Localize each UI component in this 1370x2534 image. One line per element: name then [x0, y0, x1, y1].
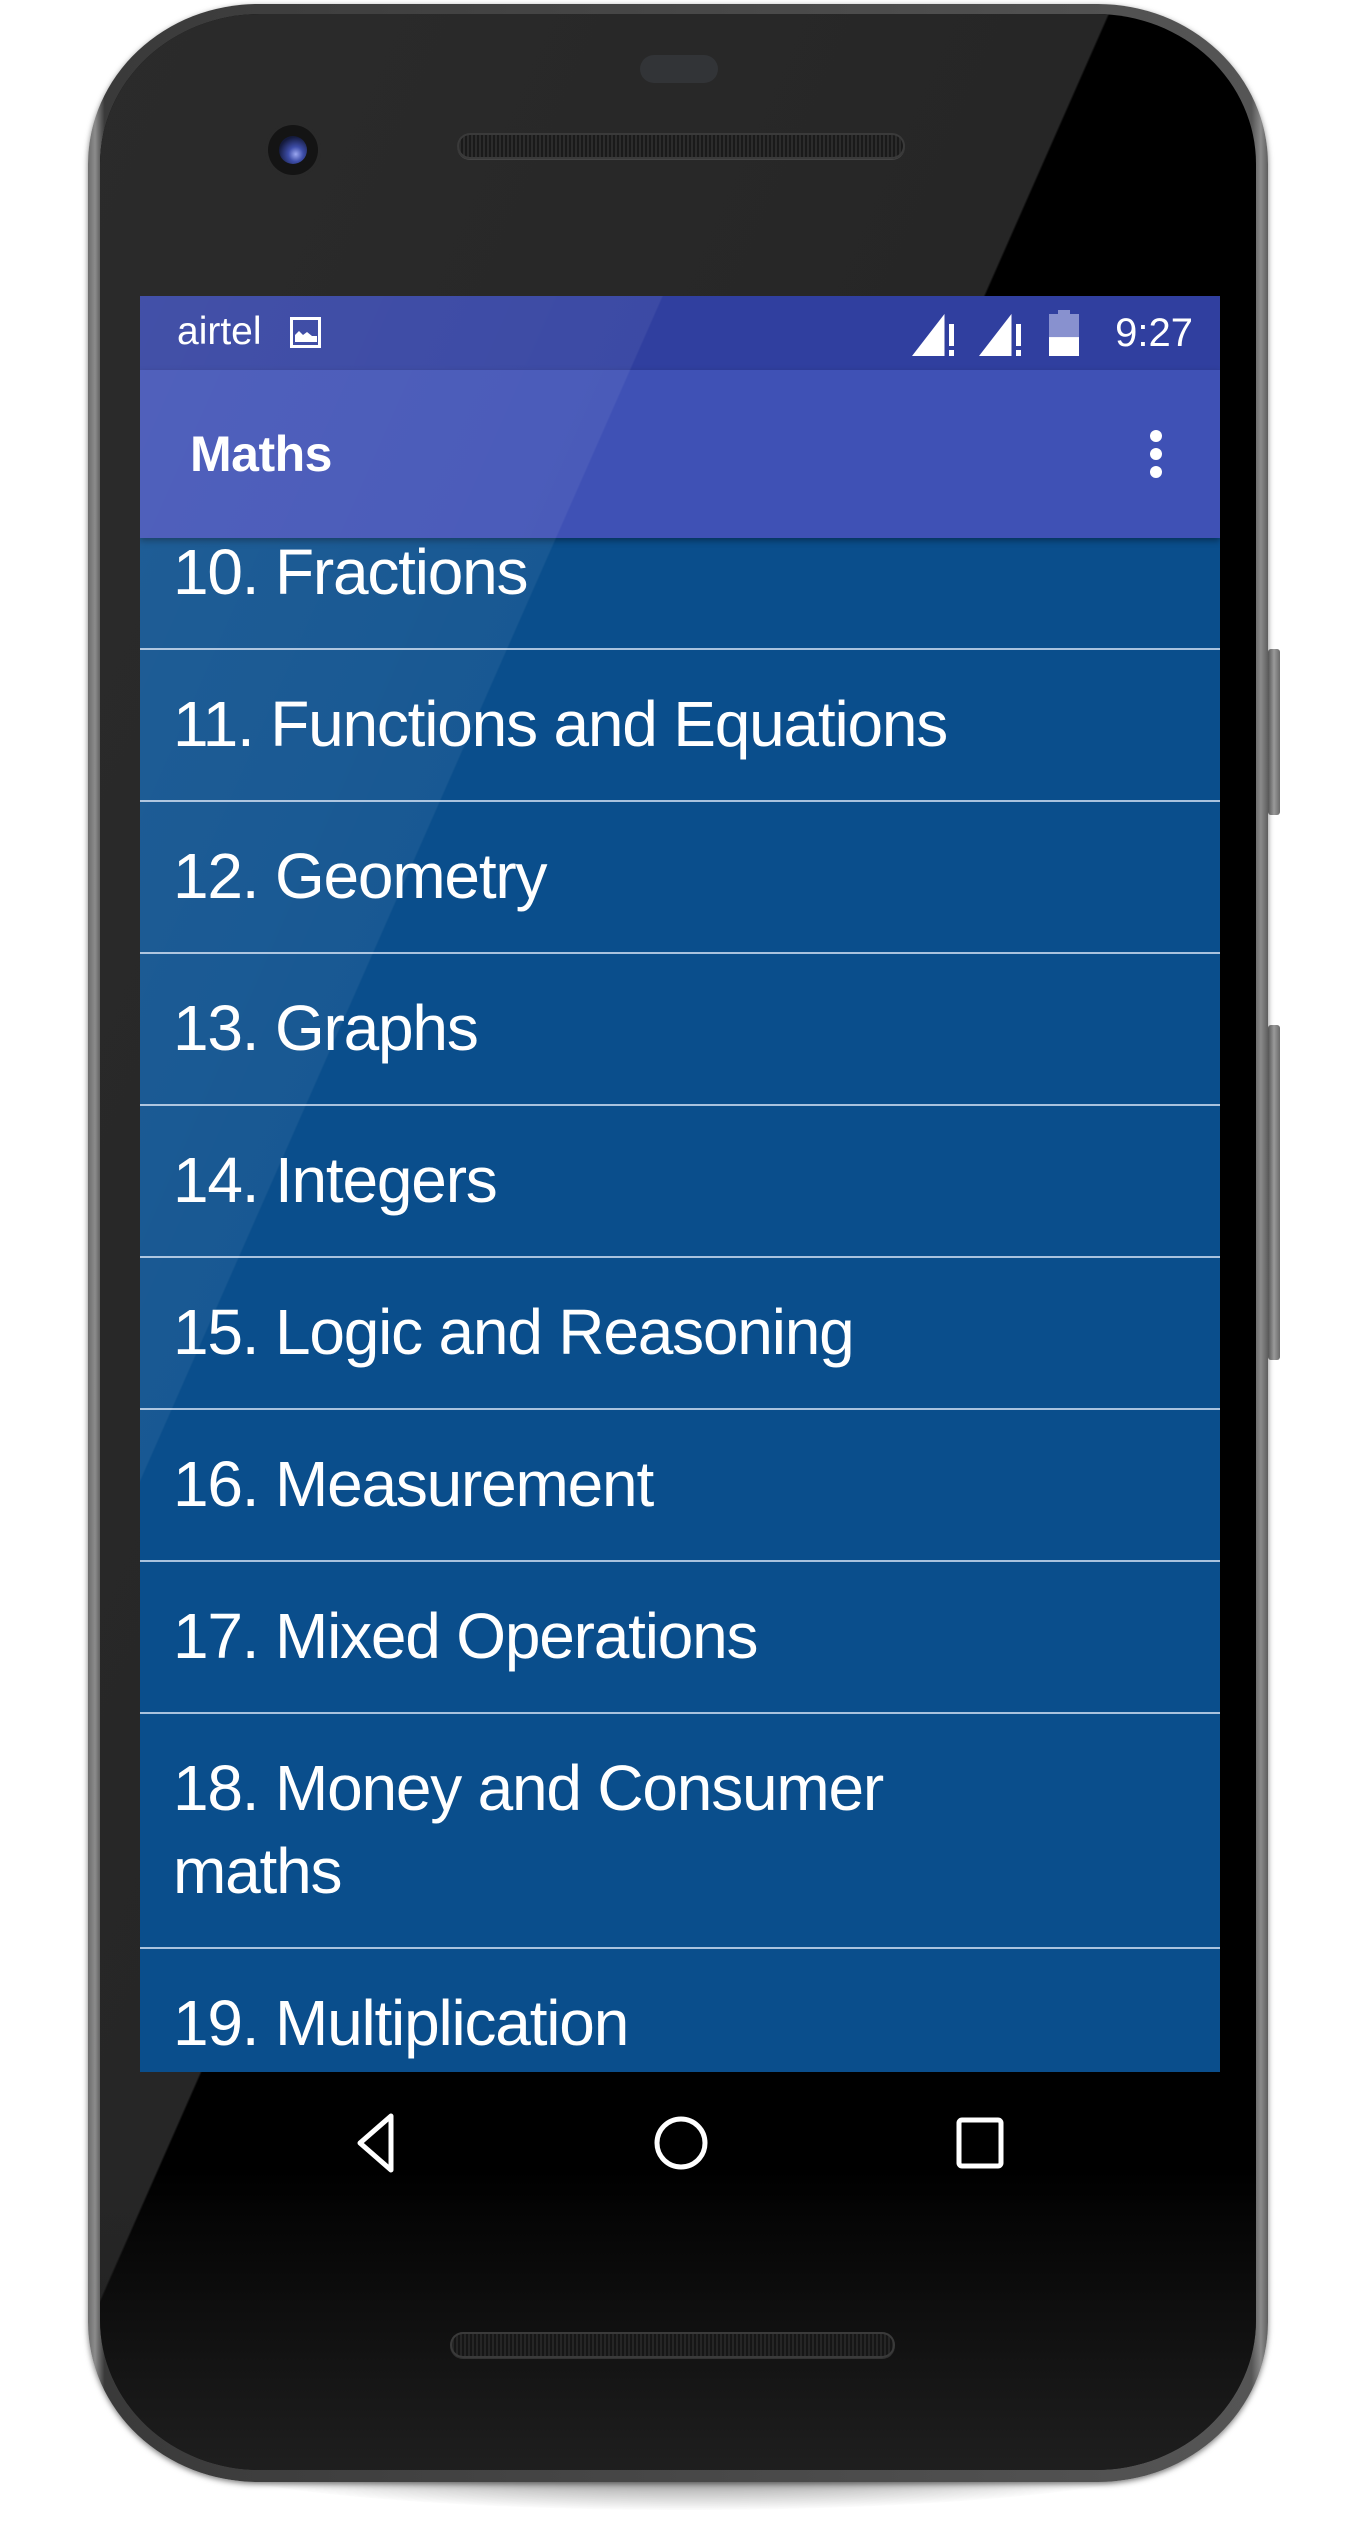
topic-list-item[interactable]: 11. Functions and Equations [140, 650, 1220, 802]
topic-label: 16. Measurement [173, 1448, 654, 1520]
topic-label: 12. Geometry [173, 840, 548, 912]
topic-list-item[interactable]: 13. Graphs [140, 954, 1220, 1106]
topic-list-item[interactable]: 18. Money and Consumer maths [140, 1714, 1220, 1949]
carrier-name: airtel [177, 310, 262, 353]
topic-label: 11. Functions and Equations [173, 688, 948, 760]
signal-no-data-icon [912, 312, 954, 356]
battery-fill [1049, 337, 1079, 356]
signal-no-data-icon [979, 312, 1021, 356]
topic-list-item[interactable]: 12. Geometry [140, 802, 1220, 954]
topic-list-item[interactable]: 17. Mixed Operations [140, 1562, 1220, 1714]
front-camera-icon [268, 125, 318, 175]
screen: airtel 9:27 Maths 10. Fractions 11. Func… [140, 296, 1220, 2072]
topic-label: 10. Fractions [173, 536, 529, 608]
recents-square-icon [956, 2117, 1004, 2169]
proximity-sensor [640, 55, 718, 83]
topic-label: 18. Money and Consumer maths [173, 1752, 884, 1907]
topic-list[interactable]: 10. Fractions 11. Functions and Equations… [140, 498, 1220, 2072]
app-bar: Maths [140, 370, 1220, 538]
home-circle-icon [654, 2116, 708, 2170]
status-bar: airtel 9:27 [140, 296, 1220, 370]
more-vert-icon-dot [1150, 466, 1162, 478]
recents-button[interactable] [945, 2112, 1015, 2174]
back-button[interactable] [344, 2112, 414, 2174]
camera-lens [279, 136, 307, 164]
clock: 9:27 [1115, 311, 1193, 355]
topic-list-item[interactable]: 16. Measurement [140, 1410, 1220, 1562]
status-icons: 9:27 [912, 310, 1193, 356]
power-button [1268, 649, 1280, 815]
bottom-speaker [450, 2332, 895, 2358]
topic-label: 19. Multiplication [173, 1987, 629, 2059]
topic-list-item[interactable]: 15. Logic and Reasoning [140, 1258, 1220, 1410]
more-vert-icon-dot [1150, 448, 1162, 460]
more-vert-icon [1150, 430, 1162, 442]
gallery-image-icon [290, 317, 321, 348]
more-options-button[interactable] [1128, 416, 1184, 492]
earpiece-speaker [457, 133, 905, 159]
back-triangle-icon [357, 2113, 394, 2173]
topic-label: 17. Mixed Operations [173, 1600, 759, 1672]
topic-list-item[interactable]: 14. Integers [140, 1106, 1220, 1258]
topic-label: 15. Logic and Reasoning [173, 1296, 855, 1368]
topic-label: 13. Graphs [173, 992, 479, 1064]
home-button[interactable] [646, 2112, 716, 2174]
navigation-bar [140, 2072, 1220, 2216]
app-title: Maths [190, 426, 332, 482]
volume-button [1268, 1025, 1280, 1360]
topic-label: 14. Integers [173, 1144, 498, 1216]
battery-half-icon [1049, 310, 1079, 356]
topic-list-item[interactable]: 19. Multiplication [140, 1949, 1220, 2072]
